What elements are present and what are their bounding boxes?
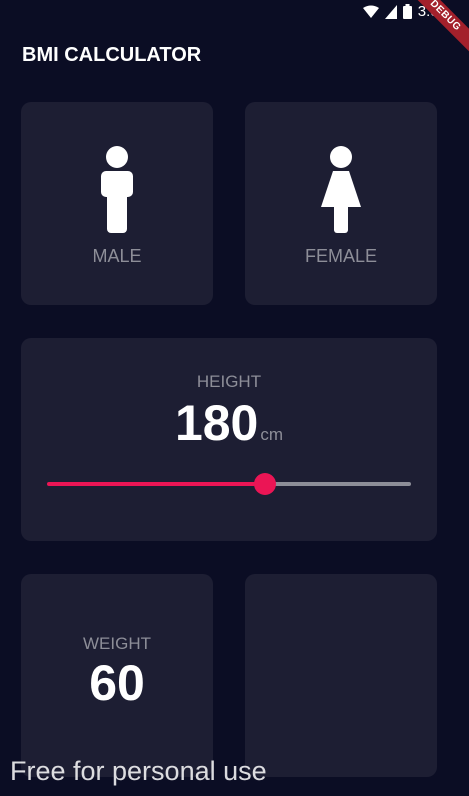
slider-inactive-track xyxy=(265,482,411,486)
signal-icon xyxy=(384,4,397,19)
height-value-row: 180 cm xyxy=(21,394,437,452)
app-title: BMI CALCULATOR xyxy=(22,44,202,66)
height-value: 180 xyxy=(174,395,259,451)
weight-label: WEIGHT xyxy=(83,634,151,653)
height-label: HEIGHT xyxy=(196,372,262,391)
wifi-icon xyxy=(362,5,379,18)
height-card: HEIGHT 180 cm xyxy=(21,338,437,541)
male-figure-icon xyxy=(101,146,133,233)
male-card[interactable]: MALE xyxy=(21,102,213,305)
male-label: MALE xyxy=(92,246,142,266)
slider-thumb[interactable] xyxy=(254,473,276,495)
female-figure-icon xyxy=(321,146,361,233)
weight-value: 60 xyxy=(89,655,145,711)
battery-icon xyxy=(402,4,412,19)
slider-active-track xyxy=(47,482,265,486)
height-slider[interactable] xyxy=(47,471,411,497)
watermark: Free for personal use xyxy=(10,756,267,786)
status-bar: 3:09 xyxy=(0,0,469,26)
weight-card: WEIGHT 60 xyxy=(21,574,213,777)
height-unit: cm xyxy=(260,425,284,444)
female-label: FEMALE xyxy=(304,246,378,266)
empty-card xyxy=(245,574,437,777)
female-card[interactable]: FEMALE xyxy=(245,102,437,305)
